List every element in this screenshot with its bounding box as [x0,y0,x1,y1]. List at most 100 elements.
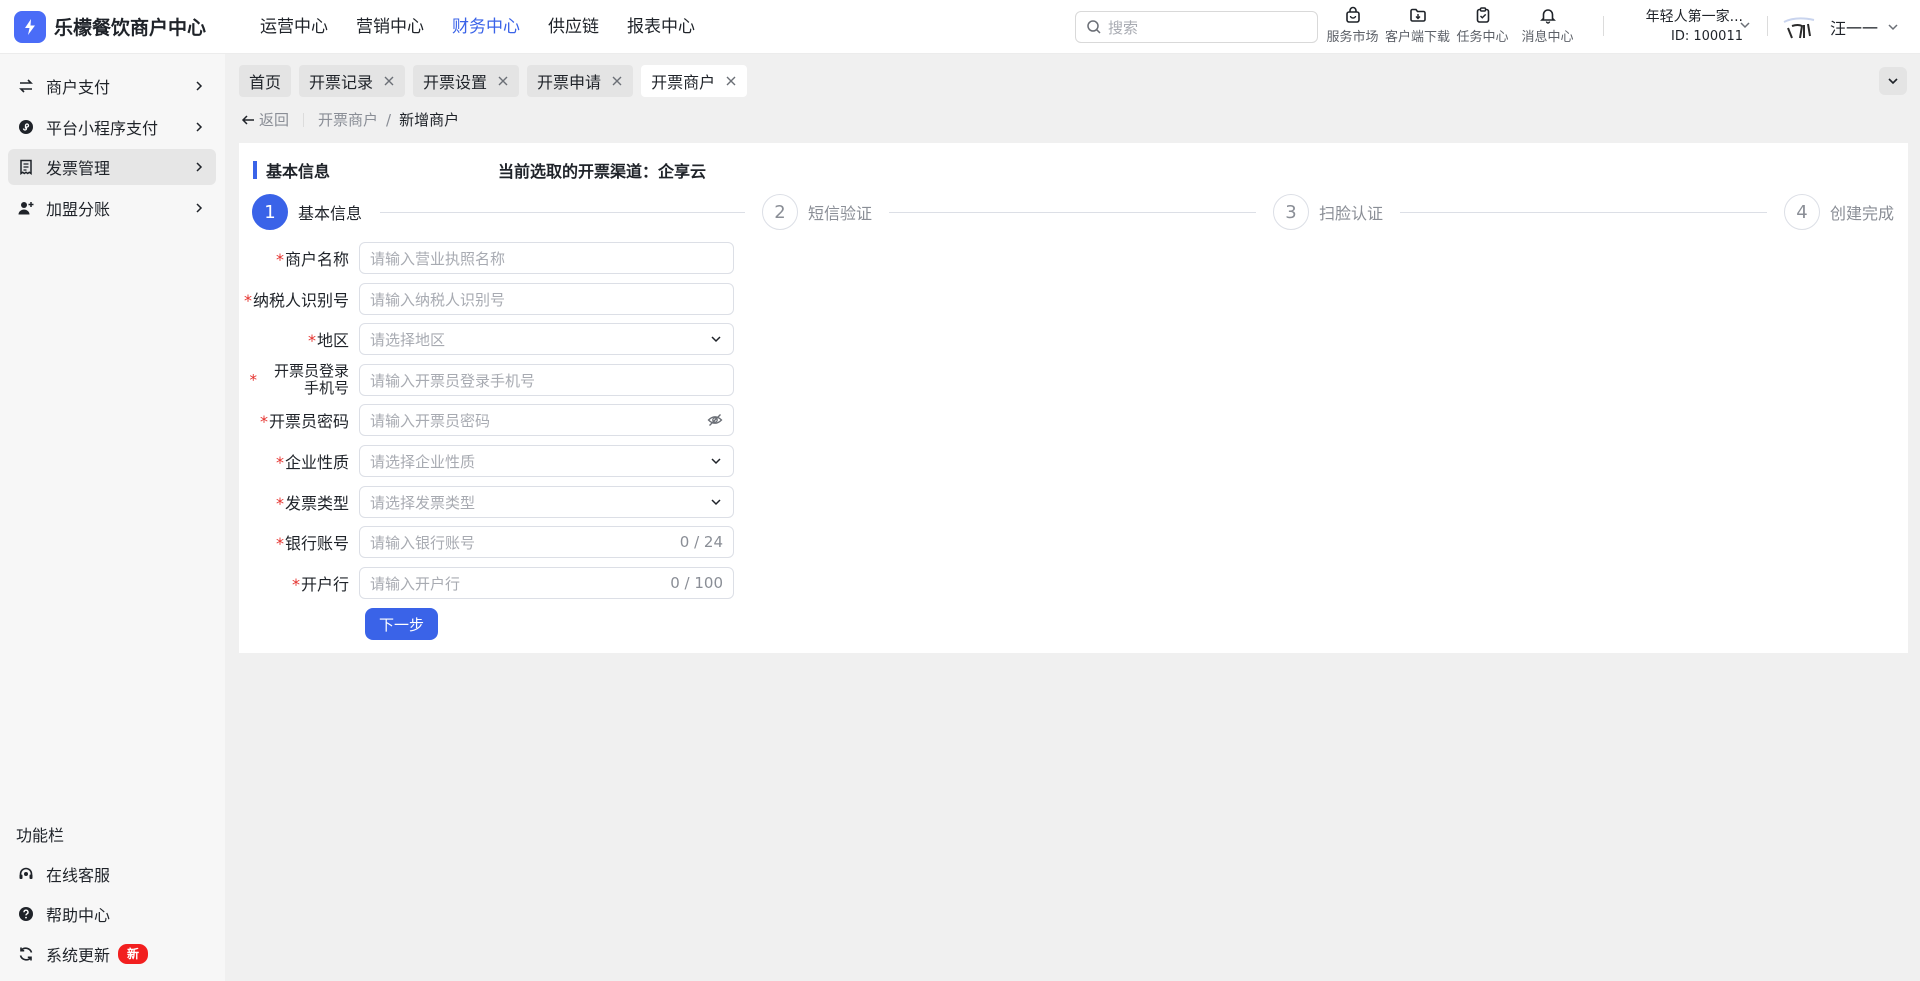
tab-invoice-settings[interactable]: 开票设置 [413,65,520,97]
tool-label: 客户端下载 [1385,30,1451,45]
operator-password-input[interactable]: 请输入开票员密码 [359,404,734,436]
user-menu[interactable]: 汪一一 [1780,12,1900,42]
sidebar-item-merchant-payment[interactable]: 商户支付 [8,68,216,104]
topnav-finance[interactable]: 财务中心 [438,0,534,54]
tool-label: 任务中心 [1456,30,1509,45]
user-add-icon [18,202,34,215]
sidebar-item-system-update[interactable]: 系统更新 新 [8,936,216,972]
tab-invoice-application[interactable]: 开票申请 [527,65,634,97]
operator-phone-input[interactable]: 请输入开票员登录手机号 [359,364,734,396]
field-label: *开户行 [239,571,359,595]
step-connector [1400,212,1767,213]
tab-home[interactable]: 首页 [239,65,292,97]
char-counter: 0 / 24 [679,533,723,551]
tab-invoice-merchant[interactable]: 开票商户 [641,65,748,97]
field-label-text: 商户名称 [284,250,349,269]
help-icon [19,907,33,921]
section-title-text: 基本信息 [266,162,331,181]
tab-label: 开票商户 [651,73,716,92]
new-badge: 新 [118,944,149,964]
invoice-type-select[interactable]: 请选择发票类型 [359,486,734,518]
chevron-down-icon [1888,78,1898,85]
bell-icon [1539,9,1556,24]
merchant-name-input[interactable]: 请输入营业执照名称 [359,242,734,274]
step-face-auth: 3 扫脸认证 [1273,194,1383,230]
input-placeholder: 请输入营业执照名称 [370,249,506,268]
sidebar-item-label: 平台小程序支付 [46,119,159,138]
breadcrumb-parent[interactable]: 开票商户 [318,109,378,130]
invoice-channel-info: 当前选取的开票渠道：企享云 [498,162,707,181]
required-mark: * [307,331,316,350]
message-center-button[interactable]: 消息中心 [1515,6,1580,45]
sidebar-item-label: 加盟分账 [46,200,111,219]
close-icon[interactable] [725,75,737,87]
search-input[interactable]: 搜索 [1075,11,1318,43]
store-id: ID: 100011 [1671,29,1743,44]
tab-label: 开票记录 [309,73,374,92]
bank-branch-input[interactable]: 请输入开户行 0 / 100 [359,567,734,599]
field-label: *企业性质 [239,449,359,473]
topnav-reports[interactable]: 报表中心 [613,0,709,54]
receipt-icon [20,159,32,175]
page-tabs: 首页 开票记录 开票设置 开票申请 开票商户 [239,65,755,97]
chevron-down-icon[interactable] [1738,18,1752,32]
headset-icon [19,867,33,879]
tabs-dropdown-button[interactable] [1879,67,1907,95]
step-label: 扫脸认证 [1319,204,1384,223]
store-switcher[interactable]: 年轻人第一家... ID: 100011 [1618,7,1743,47]
sidebar-item-miniprogram-payment[interactable]: 平台小程序支付 [8,109,216,145]
form-row-operator-password: *开票员密码 请输入开票员密码 [239,404,979,436]
back-button[interactable]: 返回 [241,109,289,130]
breadcrumb: 返回 开票商户 / 新增商户 [241,109,459,130]
required-mark: * [249,370,258,389]
eye-off-icon[interactable] [707,412,723,428]
shop-bag-icon [1345,6,1360,23]
header-divider [1767,16,1768,36]
field-label-text: 企业性质 [284,453,349,472]
step-label: 短信验证 [808,204,873,223]
close-icon[interactable] [497,75,509,87]
tab-invoice-records[interactable]: 开票记录 [299,65,406,97]
step-number: 4 [1784,194,1820,230]
app-title: 乐檬餐饮商户中心 [54,17,207,39]
next-step-button[interactable]: 下一步 [365,608,438,640]
input-placeholder: 请选择地区 [370,330,446,349]
top-nav: 运营中心 营销中心 财务中心 供应链 报表中心 [246,0,709,54]
topnav-marketing[interactable]: 营销中心 [342,0,438,54]
sidebar-item-label: 系统更新 [46,946,111,965]
step-label: 创建完成 [1830,204,1895,223]
required-mark: * [275,494,284,513]
task-center-button[interactable]: 任务中心 [1450,6,1515,45]
client-download-button[interactable]: 客户端下载 [1385,6,1450,45]
field-label: *银行账号 [239,530,359,554]
sidebar-item-invoice-management[interactable]: 发票管理 [8,149,216,185]
header-tools: 服务市场 客户端下载 任务中心 消息中心 [1320,6,1580,45]
mini-program-icon [19,120,33,134]
folder-download-icon [1409,8,1426,22]
back-label: 返回 [259,111,290,129]
close-icon[interactable] [611,75,623,87]
sidebar-item-franchise-split[interactable]: 加盟分账 [8,190,216,226]
field-label-text: 银行账号 [284,534,349,553]
breadcrumb-separator: / [386,110,392,129]
form-row-bank-branch: *开户行 请输入开户行 0 / 100 [239,567,979,599]
sidebar-item-help-center[interactable]: 帮助中心 [8,896,216,932]
enterprise-type-select[interactable]: 请选择企业性质 [359,445,734,477]
tax-id-input[interactable]: 请输入纳税人识别号 [359,283,734,315]
function-bar-title: 功能栏 [16,826,65,845]
breadcrumb-divider [303,112,305,127]
field-label: *纳税人识别号 [239,287,359,311]
sidebar-item-online-service[interactable]: 在线客服 [8,856,216,892]
topnav-supply-chain[interactable]: 供应链 [534,0,613,54]
region-select[interactable]: 请选择地区 [359,323,734,355]
sidebar-item-label: 商户支付 [46,78,111,97]
service-market-button[interactable]: 服务市场 [1320,6,1385,45]
bank-account-input[interactable]: 请输入银行账号 0 / 24 [359,526,734,558]
field-label-text: 地区 [316,331,349,350]
step-number: 1 [252,194,288,230]
input-placeholder: 请输入开票员密码 [370,411,491,430]
close-icon[interactable] [383,75,395,87]
topnav-operations[interactable]: 运营中心 [246,0,342,54]
top-header: 乐檬餐饮商户中心 运营中心 营销中心 财务中心 供应链 报表中心 搜索 服务市场… [0,0,1920,54]
app-logo[interactable]: 乐檬餐饮商户中心 [0,10,230,43]
